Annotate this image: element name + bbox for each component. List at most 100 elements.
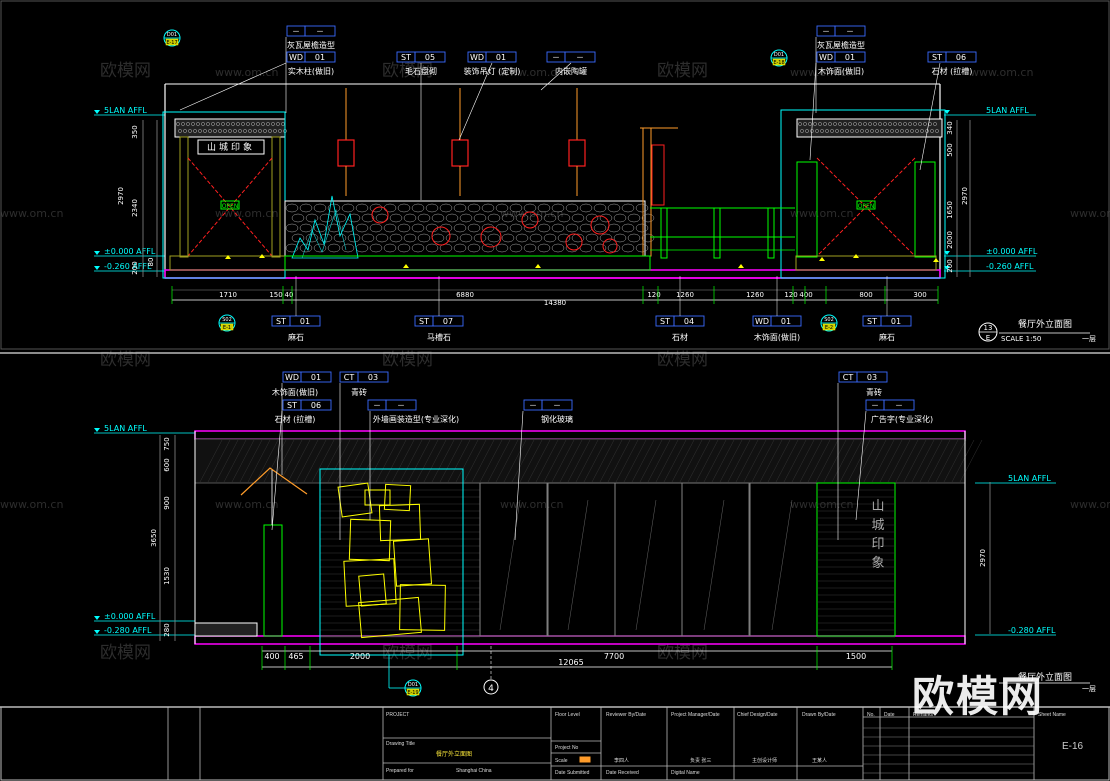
callout-top-desc: 实木柱(做旧) <box>288 66 334 76</box>
stone <box>621 203 635 213</box>
stone <box>501 233 515 243</box>
callout-top-code: ST <box>401 53 411 62</box>
level-label-right: ±0.000 AFFL <box>986 247 1038 256</box>
stone <box>607 243 621 253</box>
stone <box>341 243 355 253</box>
watermark-url: www.om.cn <box>500 207 563 220</box>
dim-text-lower-bottom: 12065 <box>558 658 583 667</box>
stone <box>403 233 417 243</box>
callout-lower-code: ST <box>287 401 297 410</box>
level-label-lower: -0.280 AFFL <box>104 626 152 635</box>
embedded-jar <box>480 226 502 248</box>
watermark-url: www.om.cn <box>0 498 63 511</box>
stone <box>635 243 649 253</box>
tb-date-submitted: Date Submitted <box>555 770 590 776</box>
left-post-b <box>271 136 281 258</box>
tb-no: No. <box>867 712 875 718</box>
callout-bottom-desc: 石材 <box>672 332 688 342</box>
stone <box>411 243 425 253</box>
callout-bottom-desc: 麻石 <box>288 332 304 342</box>
lower-fascia <box>194 438 966 484</box>
watermark-url: www.om.cn <box>1070 207 1110 220</box>
callout-lower-code: CT <box>843 373 854 382</box>
stone <box>375 233 389 243</box>
tb-sheet-no: E-16 <box>1062 741 1084 752</box>
tb-sig4: 王某人 <box>812 758 828 764</box>
tb-drawn-by: Drawn By/Date <box>802 712 836 718</box>
stone <box>641 233 655 243</box>
callout-lower-num: 01 <box>311 373 321 382</box>
level-label-right: 5LAN AFFL <box>986 106 1029 115</box>
scale-swatch <box>579 756 591 763</box>
stone <box>445 233 459 243</box>
callout-bottom-num: 07 <box>443 317 453 326</box>
lantern-body <box>337 139 355 167</box>
detail-tag-upper-left-bottom: E-17 <box>166 40 177 46</box>
stone <box>481 243 495 253</box>
callout-top-code: － <box>822 27 830 36</box>
sculpture-block <box>358 596 422 639</box>
lantern-body <box>568 139 586 167</box>
stone <box>579 203 593 213</box>
watermark-logo: 欧模网 <box>912 672 1045 721</box>
callout-top-num: 06 <box>956 53 966 62</box>
detail-tag-section-right-bottom: E-2 <box>825 325 833 331</box>
stone <box>467 203 481 213</box>
stone <box>305 213 319 223</box>
stone <box>515 233 529 243</box>
watermark-url: www.om.cn <box>215 66 278 79</box>
callout-bottom-code: ST <box>660 317 670 326</box>
callout-top-desc: 装饰吊灯 (定制) <box>464 66 521 76</box>
watermark-url: www.om.cn <box>215 498 278 511</box>
stone <box>431 213 445 223</box>
facade-sculpture <box>337 482 446 639</box>
callout-bottom-code: ST <box>867 317 877 326</box>
glass-reflection <box>499 499 521 631</box>
left-post-a <box>179 136 189 258</box>
tb-prepared-label: Prepared for <box>386 768 414 774</box>
stone <box>445 213 459 223</box>
tb-sig1: 李四人 <box>614 758 630 764</box>
callout-bottom-desc: 木饰面(做旧) <box>754 332 800 342</box>
watermark-text: 欧模网 <box>100 643 151 663</box>
sculpture-block <box>348 518 392 562</box>
stone <box>425 203 439 213</box>
level-label-lower: 5LAN AFFL <box>104 424 147 433</box>
tb-prepared-name: Shanghai China <box>456 768 492 774</box>
callout-lower-desc: 青砖 <box>866 387 882 397</box>
stone <box>361 233 375 243</box>
level-label-lower-right: -0.280 AFFL <box>1008 626 1056 635</box>
vertical-sign-char: 印 <box>871 537 884 552</box>
callout-bottom-num: 01 <box>891 317 901 326</box>
stone <box>473 233 487 243</box>
level-label-left: 5LAN AFFL <box>104 106 147 115</box>
stone <box>593 203 607 213</box>
dim-text-bottom: 150 <box>269 291 282 299</box>
stone <box>635 223 649 233</box>
callout-top-code: WD <box>289 53 303 62</box>
stone <box>299 243 313 253</box>
tb-sig2: 负责 张三 <box>690 758 712 764</box>
stone <box>459 213 473 223</box>
tb-project-no: Project No <box>555 745 579 751</box>
dim-text-bottom: 120 <box>784 291 797 299</box>
dim-text-lower-left: 900 <box>163 496 171 509</box>
stone <box>565 243 579 253</box>
right-threshold <box>795 255 937 271</box>
tb-sig3: 主创设计师 <box>752 758 778 764</box>
stone <box>411 223 425 233</box>
dim-text-bottom: 300 <box>913 291 926 299</box>
level-label-lower: ±0.000 AFFL <box>104 612 156 621</box>
glass-reflection <box>703 499 725 631</box>
signpost <box>642 127 652 257</box>
stone <box>369 223 383 233</box>
callout-top-desc: 灰瓦屋檐造型 <box>287 40 335 50</box>
stone <box>585 233 599 243</box>
stone <box>355 203 369 213</box>
upper-title-floor: 一层 <box>1082 335 1096 343</box>
dim-text-right: 500 <box>946 143 954 156</box>
dim-text-bottom: 800 <box>859 291 872 299</box>
stone <box>355 243 369 253</box>
stone <box>627 213 641 223</box>
stone <box>383 243 397 253</box>
